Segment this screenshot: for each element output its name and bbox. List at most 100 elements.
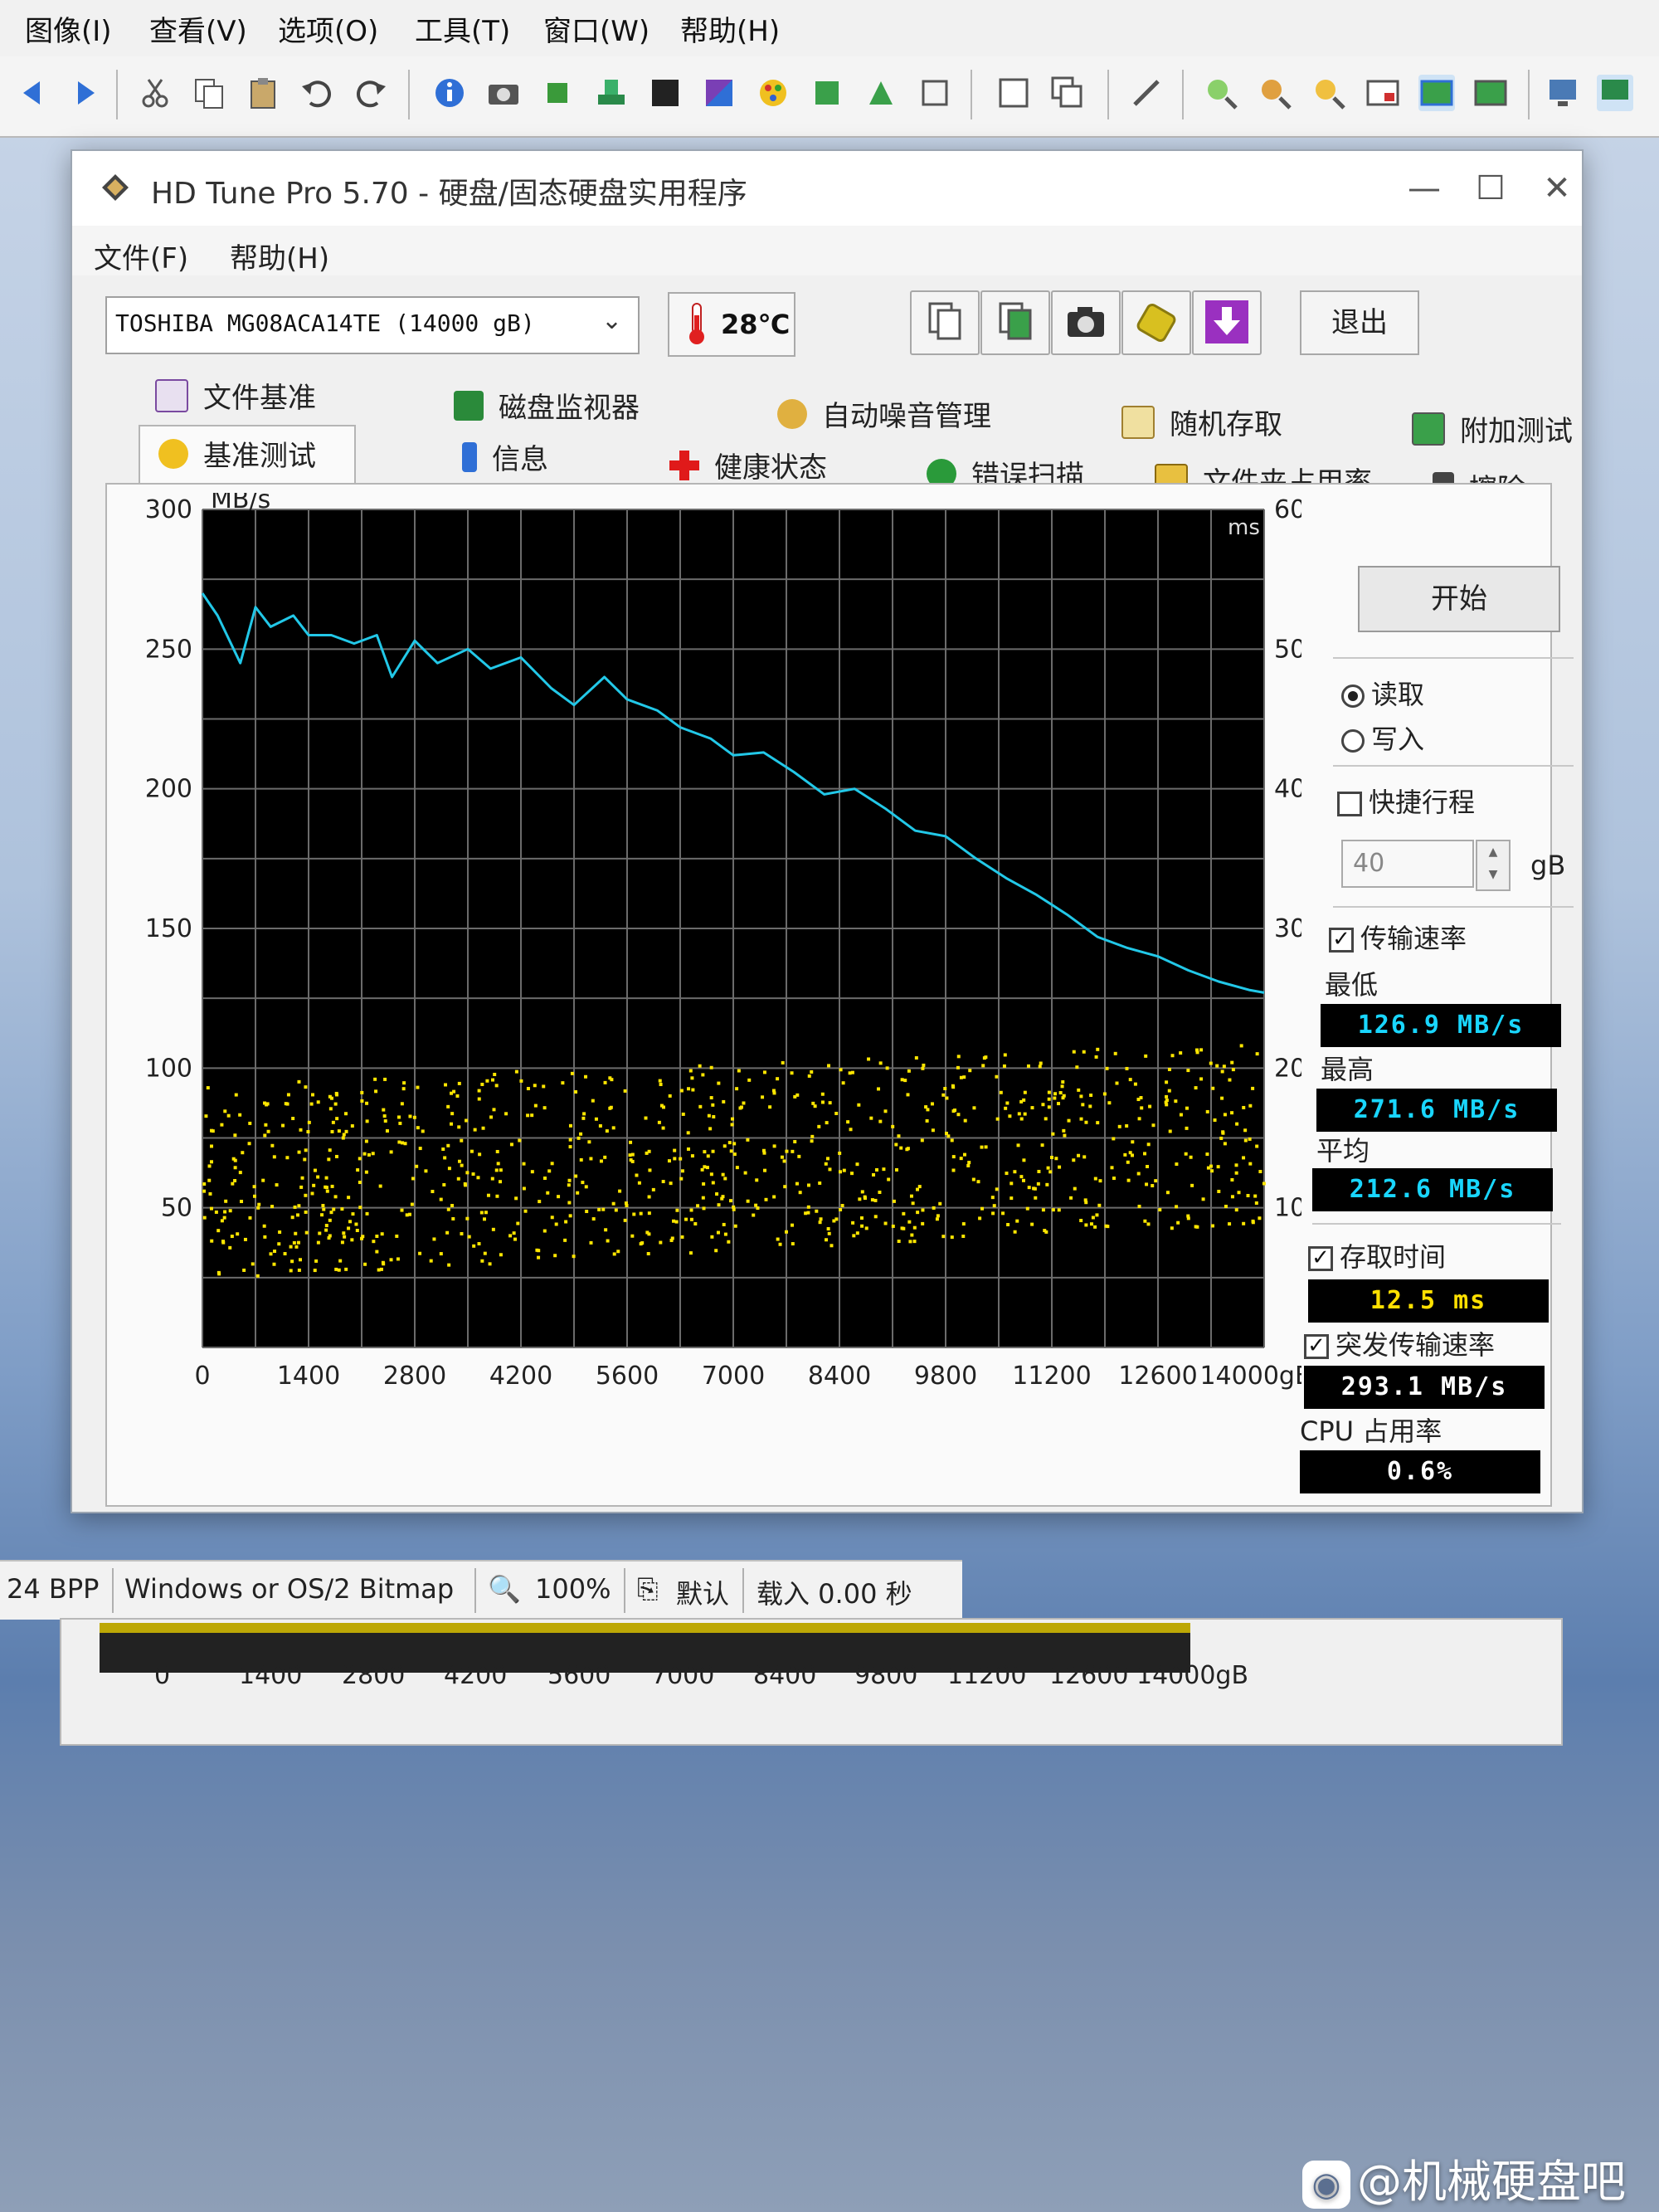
tab-extra-tests[interactable]: 附加测试 <box>1412 408 1573 460</box>
exit-button[interactable]: 退出 <box>1300 290 1419 355</box>
start-button[interactable]: 开始 <box>1358 566 1560 632</box>
scan-icon[interactable] <box>593 75 630 111</box>
close-button[interactable]: ✕ <box>1532 166 1582 211</box>
short-stroke-checkbox[interactable]: 快捷行程 <box>1337 782 1475 820</box>
access-time-point <box>737 1069 741 1073</box>
crop-icon[interactable] <box>539 75 576 111</box>
undo-icon[interactable] <box>299 75 335 111</box>
grayscale-icon[interactable] <box>647 75 684 111</box>
window-cascade-icon[interactable] <box>1049 75 1086 111</box>
read-radio[interactable]: 读取 <box>1341 674 1424 712</box>
back-tick-label: 9800 <box>854 1661 918 1690</box>
access-time-point <box>608 1106 612 1110</box>
access-time-point <box>962 1075 966 1079</box>
access-time-point <box>397 1115 401 1119</box>
temperature-display: 28℃ <box>668 292 795 357</box>
access-time-point <box>972 1106 976 1110</box>
viewer-menu-image[interactable]: 图像(I) <box>25 8 112 49</box>
access-time-point <box>324 1224 328 1228</box>
access-time-point <box>907 1069 911 1073</box>
monitor-icon[interactable] <box>1545 75 1581 111</box>
color-icon[interactable] <box>701 75 737 111</box>
tab-info[interactable]: 信息 <box>462 436 548 488</box>
viewer-menu-window[interactable]: 窗口(W) <box>543 8 649 49</box>
zoom-out-icon[interactable] <box>1257 75 1293 111</box>
access-time-point <box>1041 1103 1045 1107</box>
zoom-in-icon[interactable] <box>1203 75 1239 111</box>
access-time-point <box>661 1180 665 1184</box>
slideshow-icon[interactable] <box>1365 75 1401 111</box>
cut-icon[interactable] <box>137 75 173 111</box>
minimize-button[interactable]: — <box>1399 166 1449 211</box>
access-time-point <box>1115 1081 1119 1085</box>
access-time-point <box>762 1151 766 1155</box>
pen-icon[interactable] <box>1128 75 1165 111</box>
viewer-menu-view[interactable]: 查看(V) <box>149 8 247 49</box>
access-time-point <box>347 1196 351 1200</box>
viewer-menu-options[interactable]: 选项(O) <box>278 8 378 49</box>
access-time-point <box>1258 1170 1262 1174</box>
short-stroke-input[interactable]: 40 <box>1341 840 1474 888</box>
fullscreen-icon[interactable] <box>1472 75 1509 111</box>
redo-icon[interactable] <box>353 75 389 111</box>
access-time-point <box>396 1257 400 1261</box>
access-time-point <box>639 1242 643 1246</box>
rotate-icon[interactable] <box>809 75 845 111</box>
write-radio[interactable]: 写入 <box>1341 719 1424 757</box>
drive-select[interactable]: TOSHIBA MG08ACA14TE (14000 gB) ⌄ <box>105 296 640 354</box>
access-time-point <box>806 1205 810 1209</box>
flip-icon[interactable] <box>863 75 899 111</box>
access-time-point <box>995 1187 999 1191</box>
copy-screenshot-button[interactable] <box>980 290 1050 355</box>
paste-icon[interactable] <box>245 75 281 111</box>
access-time-point <box>334 1154 338 1158</box>
access-time-point <box>911 1201 915 1206</box>
access-time-point <box>1044 1117 1048 1121</box>
tab-disk-monitor[interactable]: 磁盘监视器 <box>454 385 640 436</box>
camera-icon[interactable] <box>485 75 522 111</box>
thumbnail-icon[interactable] <box>1418 75 1455 111</box>
toolbar-separator <box>971 70 972 119</box>
zoom-icon: 🔍 <box>488 1573 521 1605</box>
x-tick-label: 7000 <box>702 1362 765 1391</box>
title-bar[interactable]: HD Tune Pro 5.70 - 硬盘/固态硬盘实用程序 — ☐ ✕ <box>72 151 1582 226</box>
window-tile-icon[interactable] <box>995 75 1032 111</box>
info-icon[interactable] <box>431 75 468 111</box>
desktop-icon[interactable] <box>1597 75 1633 111</box>
viewer-menu-help[interactable]: 帮助(H) <box>680 8 780 49</box>
tab-benchmark[interactable]: 基准测试 <box>139 425 356 485</box>
access-time-point <box>832 1219 836 1223</box>
resize-icon[interactable] <box>917 75 953 111</box>
access-time-point <box>978 1216 982 1220</box>
menu-file[interactable]: 文件(F) <box>94 236 188 276</box>
transfer-rate-checkbox[interactable]: ✓ 传输速率 <box>1329 918 1467 956</box>
tab-file-benchmark[interactable]: 文件基准 <box>155 375 316 426</box>
back-arrow-icon[interactable] <box>15 75 51 111</box>
tab-noise-management[interactable]: 自动噪音管理 <box>777 393 991 445</box>
stroke-spinner[interactable]: ▲ ▼ <box>1476 840 1511 891</box>
copy-text-button[interactable] <box>910 290 980 355</box>
viewer-menu-tools[interactable]: 工具(T) <box>415 8 510 49</box>
screenshot-button[interactable] <box>1051 290 1121 355</box>
palette-icon[interactable] <box>755 75 791 111</box>
fit-icon[interactable] <box>1311 75 1347 111</box>
forward-arrow-icon[interactable] <box>66 75 103 111</box>
access-time-checkbox[interactable]: ✓ 存取时间 <box>1308 1236 1446 1274</box>
access-time-point <box>951 1085 956 1089</box>
access-time-point <box>574 1174 578 1178</box>
maximize-button[interactable]: ☐ <box>1466 166 1515 211</box>
tab-random-access[interactable]: 随机存取 <box>1121 402 1282 453</box>
access-time-point <box>1037 1169 1041 1173</box>
options-button[interactable] <box>1121 290 1191 355</box>
copy-icon[interactable] <box>191 75 227 111</box>
access-time-point <box>1006 1222 1010 1226</box>
access-time-point <box>1248 1137 1252 1141</box>
access-time-point <box>480 1259 484 1263</box>
access-time-point <box>1146 1143 1151 1147</box>
toolbar-separator <box>116 70 118 119</box>
x-tick-label: 5600 <box>596 1362 659 1391</box>
access-time-point <box>1001 1211 1005 1216</box>
save-button[interactable] <box>1192 290 1262 355</box>
menu-help[interactable]: 帮助(H) <box>230 236 329 276</box>
burst-rate-checkbox[interactable]: ✓ 突发传输速率 <box>1304 1324 1495 1362</box>
